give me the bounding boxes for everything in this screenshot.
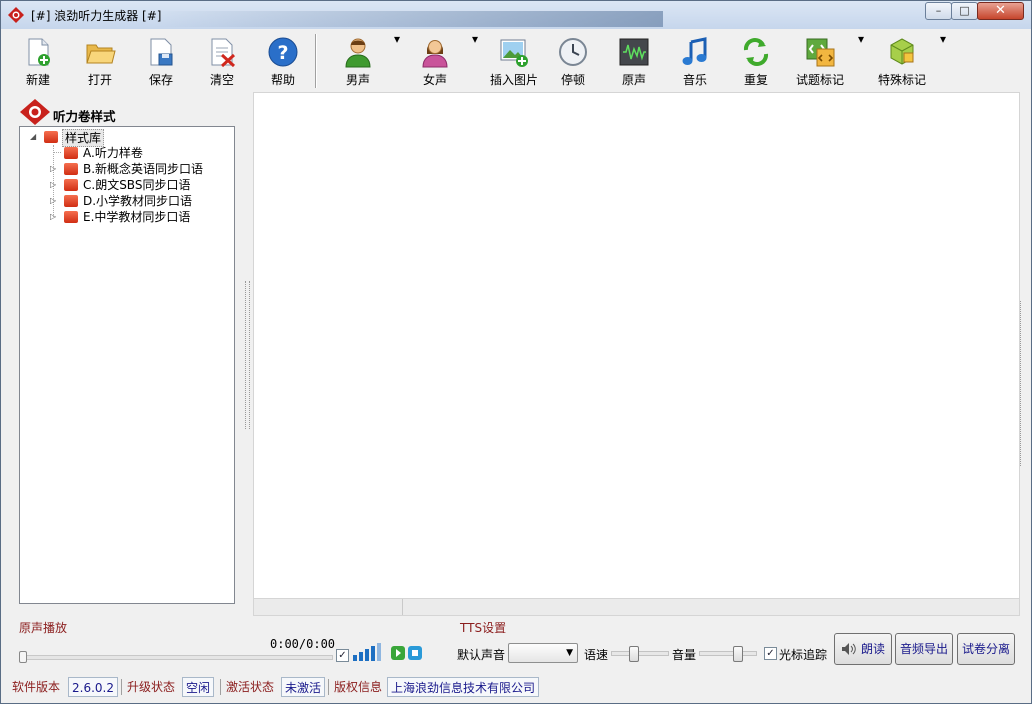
playback-checkbox[interactable]: ✓ <box>336 649 349 662</box>
help-button[interactable]: ? 帮助 <box>261 32 305 88</box>
editor-status-strip <box>253 598 1020 616</box>
special-mark-icon <box>890 38 914 65</box>
male-voice-icon <box>345 38 371 68</box>
status-bar: 软件版本 2.6.0.2 升级状态 空闲 激活状态 未激活 版权信息 上海浪劲信… <box>7 677 1027 699</box>
pause-clock-icon <box>559 38 587 66</box>
stop-icon[interactable] <box>408 646 422 660</box>
repeat-button[interactable]: 重复 <box>734 32 778 88</box>
insert-image-button[interactable]: 插入图片 <box>486 32 542 88</box>
original-sound-button[interactable]: 原声 <box>612 32 656 88</box>
read-aloud-button[interactable]: 朗读 <box>834 633 892 665</box>
music-button[interactable]: 音乐 <box>673 32 717 88</box>
playback-progress-thumb[interactable] <box>19 651 27 663</box>
style-library-tree: ◢ 样式库 A.听力样卷 ▷ B.新概念英语同步口语 ▷ C.朗文SBS同步口语… <box>19 126 235 604</box>
male-voice-button[interactable]: 男声 <box>336 32 380 88</box>
expand-arrow-icon[interactable]: ▷ <box>50 161 56 177</box>
play-icon[interactable] <box>391 646 405 660</box>
folder-icon <box>64 163 78 175</box>
speed-slider[interactable] <box>611 646 669 662</box>
speaker-icon <box>842 643 856 655</box>
help-icon: ? <box>268 37 298 67</box>
copyright-label: 版权信息 <box>334 680 383 694</box>
female-voice-button[interactable]: 女声 <box>413 32 457 88</box>
audio-export-button[interactable]: 音频导出 <box>895 633 953 665</box>
new-file-icon <box>28 38 50 66</box>
save-icon <box>150 38 173 66</box>
speed-label: 语速 <box>584 648 609 662</box>
male-voice-dropdown[interactable]: ▾ <box>392 32 402 88</box>
default-voice-select[interactable]: ▼ <box>508 643 578 663</box>
activation-status-value: 未激活 <box>281 677 326 697</box>
new-button[interactable]: 新建 <box>16 32 60 88</box>
female-voice-dropdown[interactable]: ▾ <box>470 32 480 88</box>
open-button[interactable]: 打开 <box>78 32 122 88</box>
expand-arrow-icon[interactable]: ▷ <box>50 177 56 193</box>
expand-arrow-icon[interactable]: ▷ <box>50 193 56 209</box>
activation-status-label: 激活状态 <box>226 680 275 694</box>
playback-time: 0:00/0:00 <box>270 637 336 651</box>
female-voice-icon <box>422 40 448 68</box>
folder-icon <box>44 131 58 143</box>
question-mark-dropdown[interactable]: ▾ <box>856 32 866 88</box>
volume-level-icon[interactable] <box>353 643 383 661</box>
app-window: [#] 浪劲听力生成器 [#] – □ ✕ 新建 打开 保存 清空 ? 帮助 男… <box>0 0 1032 704</box>
tts-settings-label: TTS设置 <box>460 621 507 635</box>
main-toolbar: 新建 打开 保存 清空 ? 帮助 男声 ▾ 女声 ▾ 插入图片 停顿 原声 音乐… <box>8 30 1024 88</box>
volume-label: 音量 <box>672 648 697 662</box>
title-bar: [#] 浪劲听力生成器 [#] – □ ✕ <box>1 1 1031 29</box>
speed-slider-thumb[interactable] <box>629 646 639 662</box>
toolbar-separator <box>315 34 317 88</box>
volume-slider-thumb[interactable] <box>733 646 743 662</box>
folder-icon <box>64 195 78 207</box>
panel-title: 听力卷样式 <box>53 109 116 124</box>
right-splitter[interactable] <box>1020 301 1024 466</box>
waveform-icon <box>619 38 649 66</box>
special-mark-dropdown[interactable]: ▾ <box>938 32 948 88</box>
window-title: [#] 浪劲听力生成器 [#] <box>31 9 162 23</box>
version-value: 2.6.0.2 <box>68 677 118 697</box>
version-label: 软件版本 <box>12 680 61 694</box>
folder-icon <box>64 179 78 191</box>
cursor-track-checkbox[interactable]: ✓ <box>764 647 777 660</box>
paper-split-button[interactable]: 试卷分离 <box>957 633 1015 665</box>
clear-document-icon <box>211 38 236 68</box>
chevron-down-icon: ▼ <box>566 648 573 658</box>
question-mark-tag-icon <box>806 38 835 67</box>
pause-button[interactable]: 停顿 <box>551 32 595 88</box>
style-panel-header: 听力卷样式 <box>19 98 235 126</box>
folder-open-icon <box>86 44 116 64</box>
upgrade-status-value: 空闲 <box>182 677 215 697</box>
special-mark-button[interactable]: 特殊标记 <box>874 32 930 88</box>
upgrade-status-label: 升级状态 <box>127 680 176 694</box>
collapse-arrow-icon[interactable]: ◢ <box>30 129 36 145</box>
save-button[interactable]: 保存 <box>139 32 183 88</box>
expand-arrow-icon[interactable]: ▷ <box>50 209 56 225</box>
folder-icon <box>64 211 78 223</box>
default-voice-label: 默认声音 <box>457 648 506 662</box>
panel-splitter[interactable] <box>245 281 250 429</box>
playback-progress-track[interactable] <box>19 655 333 660</box>
app-logo-icon <box>8 7 24 23</box>
close-button[interactable]: ✕ <box>977 2 1024 20</box>
music-note-icon <box>682 37 707 65</box>
cursor-track-label: 光标追踪 <box>779 648 828 662</box>
repeat-icon <box>743 38 769 66</box>
minimize-button[interactable]: – <box>925 2 952 20</box>
insert-image-icon <box>500 39 528 67</box>
maximize-button[interactable]: □ <box>951 2 978 20</box>
panel-logo-icon <box>20 99 50 125</box>
svg-text:?: ? <box>277 42 288 64</box>
question-mark-button[interactable]: 试题标记 <box>792 32 848 88</box>
document-editor[interactable] <box>253 92 1020 599</box>
volume-slider[interactable] <box>699 646 757 662</box>
clear-button[interactable]: 清空 <box>200 32 244 88</box>
folder-icon <box>64 147 78 159</box>
copyright-value: 上海浪劲信息技术有限公司 <box>387 677 540 697</box>
playback-label: 原声播放 <box>19 621 68 635</box>
